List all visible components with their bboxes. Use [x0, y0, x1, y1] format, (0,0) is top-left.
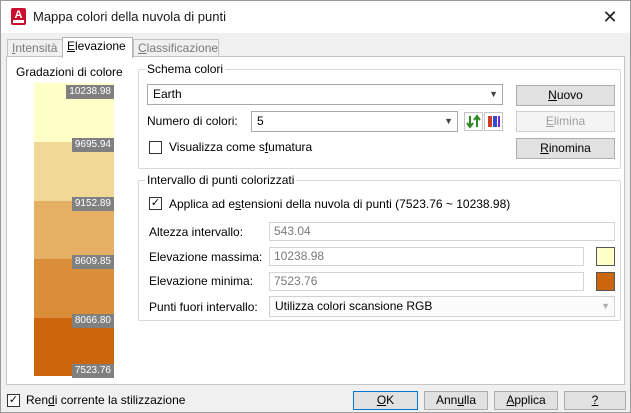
color-gradations: Gradazioni di colore 10238.98 9695.94 91… [11, 65, 134, 378]
gradation-strip: 10238.98 9695.94 9152.89 8609.85 8066.80… [34, 83, 114, 378]
tab-elevazione[interactable]: Elevazione [62, 37, 133, 58]
color-scheme-title: Schema colori [145, 62, 226, 76]
autocad-app-icon: A [11, 8, 26, 25]
new-scheme-button[interactable]: Nuovo [516, 85, 615, 106]
ok-button[interactable]: OK [353, 391, 418, 410]
delete-scheme-button[interactable]: Elimina [516, 111, 615, 132]
max-elevation-field[interactable]: 10238.98 [269, 247, 584, 266]
gradation-label: 8066.80 [71, 314, 114, 328]
title-bar: A Mappa colori della nuvola di punti ✕ [1, 1, 630, 33]
color-scheme-select[interactable]: Earth ▼ [147, 84, 503, 105]
gradient-label: Visualizza come sfumatura [169, 140, 313, 154]
apply-extents-checkbox[interactable]: ✓ [149, 197, 162, 210]
tab-classificazione[interactable]: Classificazione [133, 39, 219, 57]
rename-scheme-button[interactable]: Rinomina [516, 138, 615, 159]
gradation-label: 10238.98 [66, 85, 114, 99]
max-color-swatch[interactable] [596, 247, 615, 266]
elevation-panel: Gradazioni di colore 10238.98 9695.94 91… [6, 56, 625, 385]
num-colors-select[interactable]: 5 ▼ [251, 111, 458, 132]
tab-intensita[interactable]: Intensità [7, 39, 63, 57]
interval-height-label: Altezza intervallo: [149, 225, 244, 239]
color-scheme-group: Schema colori Earth ▼ Numero di colori: 5… [138, 62, 621, 169]
range-group: Intervallo di punti colorizzati ✓ Applic… [138, 173, 621, 321]
apply-button[interactable]: Applica [494, 391, 558, 410]
gradation-label: 9695.94 [71, 138, 114, 152]
gradation-label: 9152.89 [71, 197, 114, 211]
out-of-range-label: Punti fuori intervallo: [149, 300, 258, 314]
out-of-range-select[interactable]: Utilizza colori scansione RGB ▼ [269, 296, 615, 317]
current-style-checkbox[interactable]: ✓ [7, 394, 20, 407]
close-icon[interactable]: ✕ [600, 7, 620, 27]
range-title: Intervallo di punti colorizzati [145, 173, 297, 187]
chevron-down-icon: ▼ [444, 116, 453, 126]
apply-extents-label: Applica ad estensioni della nuvola di pu… [169, 197, 511, 211]
cancel-button[interactable]: Annulla [424, 391, 488, 410]
min-elevation-field[interactable]: 7523.76 [269, 272, 584, 291]
chevron-down-icon: ▼ [489, 89, 498, 99]
gradation-label: 7523.76 [71, 364, 114, 378]
gradation-label: 8609.85 [71, 255, 114, 269]
num-colors-label: Numero di colori: [147, 114, 238, 128]
dialog-title: Mappa colori della nuvola di punti [33, 9, 226, 24]
gradient-checkbox[interactable] [149, 141, 162, 154]
help-button[interactable]: ? [564, 391, 626, 410]
reverse-colors-icon[interactable] [464, 112, 483, 131]
min-color-swatch[interactable] [596, 272, 615, 291]
max-elevation-label: Elevazione massima: [149, 250, 263, 264]
interval-height-field[interactable]: 543.04 [269, 222, 615, 241]
min-elevation-label: Elevazione minima: [149, 274, 254, 288]
edit-colors-icon[interactable] [484, 112, 503, 131]
dialog-window: A Mappa colori della nuvola di punti ✕ I… [0, 0, 631, 413]
chevron-down-icon: ▼ [601, 301, 610, 311]
current-style-label: Rendi corrente la stilizzazione [26, 393, 186, 407]
gradations-title: Gradazioni di colore [16, 65, 123, 79]
